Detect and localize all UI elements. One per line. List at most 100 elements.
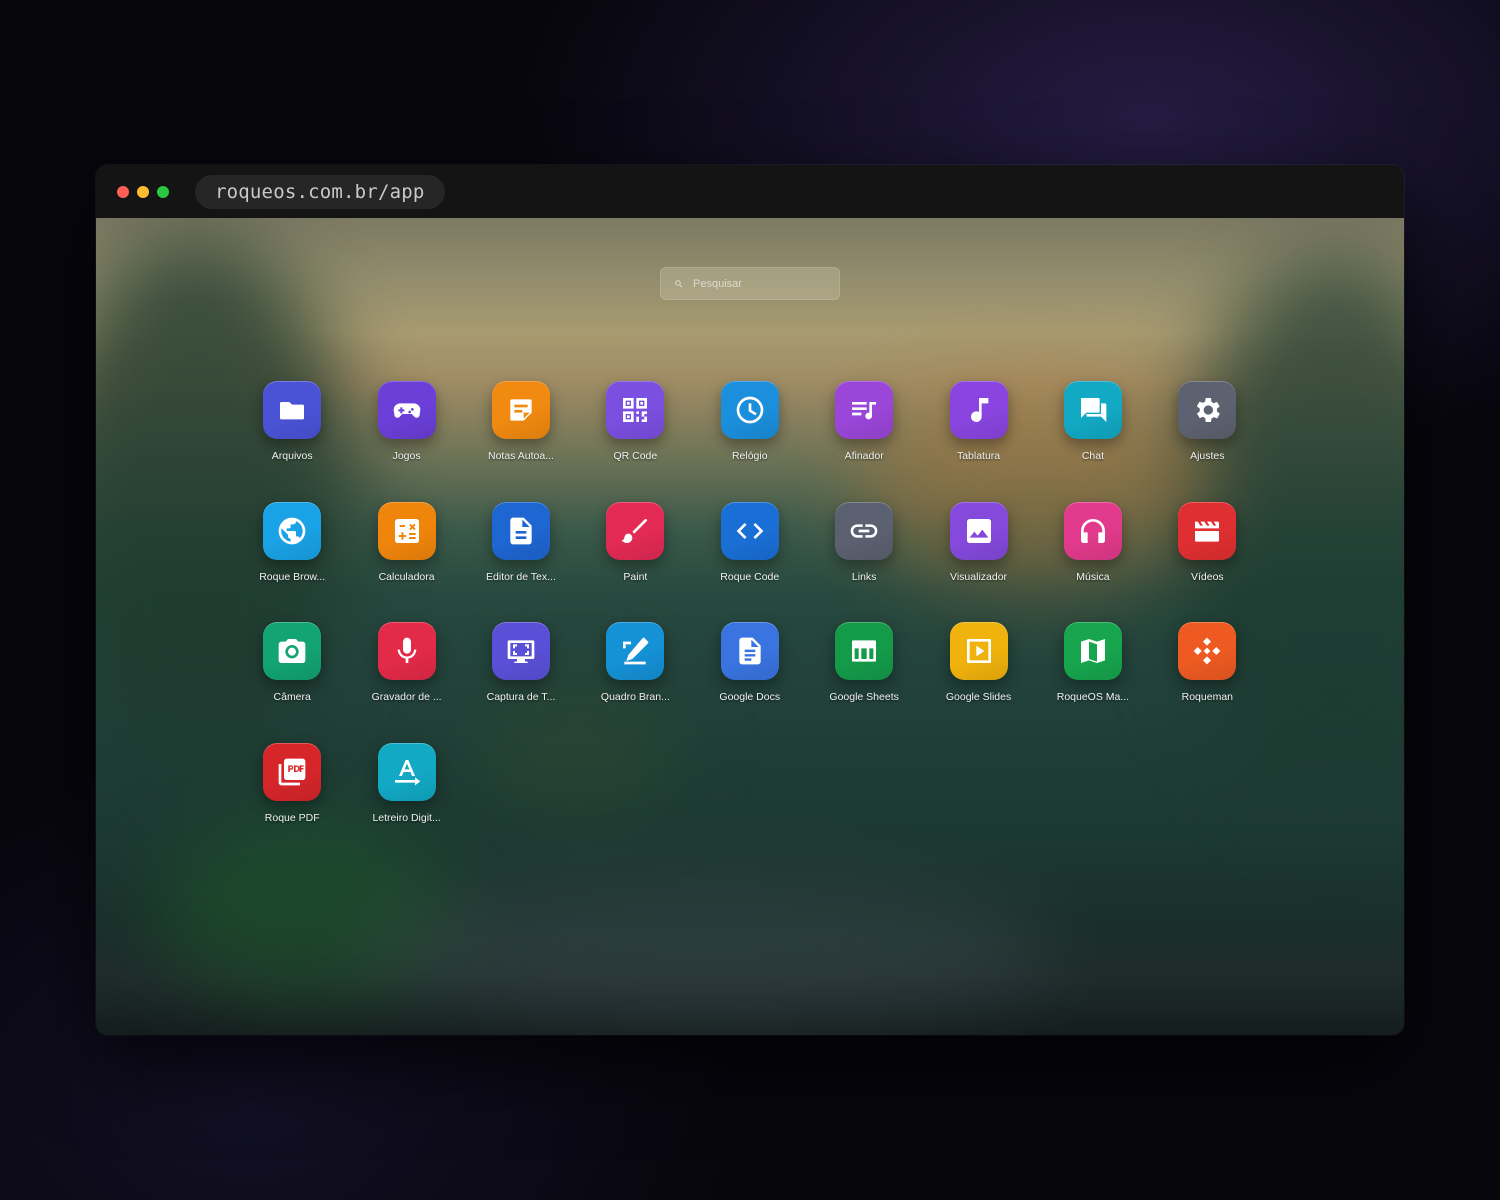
app-google-docs[interactable]: Google Docs — [693, 622, 807, 743]
app-tile[interactable] — [263, 501, 322, 560]
app-label: Visualizador — [950, 570, 1008, 583]
app-links[interactable]: Links — [807, 501, 921, 623]
code-icon — [736, 522, 764, 539]
image-icon — [966, 518, 991, 543]
folder-icon — [280, 402, 305, 420]
app-gravador-de[interactable]: Gravador de ... — [349, 622, 463, 743]
maximize-window-button[interactable] — [157, 185, 169, 198]
app-google-slides[interactable]: Google Slides — [921, 622, 1035, 743]
app-visualizador[interactable]: Visualizador — [921, 501, 1035, 623]
app-tile[interactable] — [1063, 622, 1122, 680]
app-tile[interactable] — [1178, 622, 1237, 680]
note-icon — [510, 399, 532, 421]
title-bar: roqueos.com.br/app — [96, 165, 1404, 218]
app-c-mera[interactable]: Câmera — [235, 622, 349, 743]
app-tile[interactable] — [377, 742, 436, 801]
app-tile[interactable] — [606, 381, 665, 439]
app-tile[interactable] — [1063, 501, 1122, 560]
calculator-icon — [394, 518, 419, 543]
app-label: Captura de T... — [486, 691, 556, 703]
app-captura-de-t[interactable]: Captura de T... — [464, 622, 578, 743]
app-tablatura[interactable]: Tablatura — [921, 381, 1035, 502]
app-chat[interactable]: Chat — [1036, 381, 1150, 502]
chat-icon — [1080, 398, 1107, 422]
gamepad-icon — [393, 403, 420, 418]
app-tile[interactable] — [1178, 501, 1237, 560]
url-text: roqueos.com.br/app — [215, 180, 425, 203]
close-window-button[interactable] — [117, 185, 129, 198]
app-editor-de-tex[interactable]: Editor de Tex... — [464, 501, 578, 623]
app-tile[interactable] — [949, 622, 1008, 680]
search-input[interactable] — [693, 277, 823, 290]
app-label: Google Slides — [945, 691, 1012, 703]
app-tile[interactable] — [835, 501, 894, 560]
app-jogos[interactable]: Jogos — [349, 381, 463, 502]
text-marquee-icon — [394, 759, 420, 785]
app-roque-brow[interactable]: Roque Brow... — [235, 501, 349, 623]
roqueman-icon — [1193, 637, 1221, 665]
app-tile[interactable] — [720, 501, 779, 560]
app-label: Arquivos — [271, 450, 313, 462]
app-label: QR Code — [613, 450, 658, 462]
app-label: Notas Autoa... — [487, 450, 554, 462]
app-tile[interactable] — [949, 501, 1008, 560]
app-label: Gravador de ... — [371, 691, 442, 703]
link-icon — [850, 523, 878, 538]
app-tile[interactable] — [949, 381, 1008, 439]
app-calculadora[interactable]: Calculadora — [349, 501, 463, 623]
app-m-sica[interactable]: Música — [1036, 501, 1150, 623]
app-tile[interactable] — [263, 622, 322, 680]
search-bar[interactable] — [660, 267, 840, 300]
app-tile[interactable] — [491, 381, 550, 439]
app-tile[interactable] — [606, 622, 665, 680]
minimize-window-button[interactable] — [137, 185, 149, 198]
app-afinador[interactable]: Afinador — [807, 381, 921, 502]
app-label: Jogos — [392, 450, 421, 462]
app-label: Música — [1076, 570, 1110, 583]
app-tile[interactable] — [1178, 381, 1237, 439]
camera-icon — [278, 639, 306, 663]
google-docs-icon — [739, 637, 761, 665]
app-arquivos[interactable]: Arquivos — [235, 381, 349, 502]
app-tile[interactable] — [606, 501, 665, 560]
app-tile[interactable] — [263, 742, 322, 801]
app-tile[interactable] — [491, 501, 550, 560]
app-roque-pdf[interactable]: Roque PDF — [235, 742, 349, 864]
app-label: Calculadora — [378, 570, 435, 583]
app-label: Editor de Tex... — [486, 570, 556, 583]
pdf-icon — [278, 758, 306, 785]
app-label: RoqueOS Ma... — [1056, 691, 1130, 703]
app-tile[interactable] — [835, 381, 894, 439]
app-paint[interactable]: Paint — [578, 501, 692, 623]
app-google-sheets[interactable]: Google Sheets — [807, 622, 921, 743]
document-icon — [510, 517, 532, 544]
app-tile[interactable] — [720, 381, 779, 439]
app-v-deos[interactable]: Vídeos — [1150, 501, 1264, 623]
globe-icon — [278, 517, 306, 544]
app-tile[interactable] — [835, 622, 894, 680]
map-icon — [1080, 639, 1105, 663]
app-quadro-bran[interactable]: Quadro Bran... — [578, 622, 692, 743]
app-tile[interactable] — [377, 622, 436, 680]
brush-icon — [622, 518, 648, 543]
app-notas-autoa[interactable]: Notas Autoa... — [464, 381, 578, 502]
app-rel-gio[interactable]: Relógio — [693, 381, 807, 502]
app-tile[interactable] — [377, 381, 436, 439]
app-letreiro-digit[interactable]: Letreiro Digit... — [349, 742, 463, 864]
app-tile[interactable] — [263, 381, 322, 439]
app-roque-code[interactable]: Roque Code — [693, 501, 807, 623]
app-roqueman[interactable]: Roqueman — [1150, 622, 1264, 743]
screen-capture-icon — [507, 640, 535, 663]
gear-icon — [1197, 398, 1221, 422]
app-tile[interactable] — [491, 622, 550, 680]
app-tile[interactable] — [377, 501, 436, 560]
app-label: Relógio — [731, 450, 768, 462]
app-label: Letreiro Digit... — [372, 811, 441, 824]
google-slides-icon — [966, 639, 991, 663]
app-ajustes[interactable]: Ajustes — [1150, 381, 1264, 502]
app-tile[interactable] — [1063, 381, 1122, 439]
app-tile[interactable] — [720, 622, 779, 680]
app-roqueos-ma[interactable]: RoqueOS Ma... — [1036, 622, 1150, 743]
address-bar[interactable]: roqueos.com.br/app — [195, 174, 445, 209]
app-qr-code[interactable]: QR Code — [578, 381, 692, 502]
